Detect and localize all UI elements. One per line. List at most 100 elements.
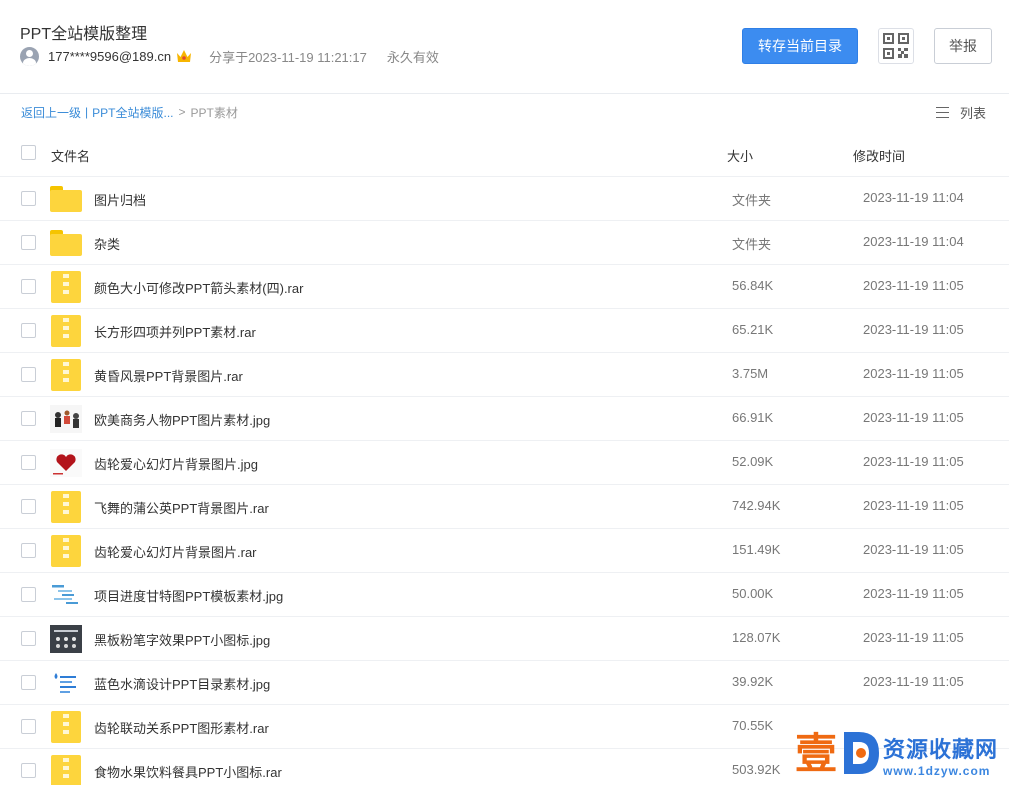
file-row[interactable]: 杂类 文件夹 2023-11-19 11:04 (0, 221, 1009, 265)
file-name[interactable]: 杂类 (94, 234, 120, 253)
breadcrumb-back-link[interactable]: 返回上一级 (21, 104, 81, 121)
view-mode-label: 列表 (960, 105, 987, 121)
row-checkbox[interactable] (21, 191, 36, 206)
folder-icon (50, 227, 82, 259)
file-name[interactable]: 颜色大小可修改PPT箭头素材(四).rar (94, 278, 303, 297)
file-size: 742.94K (732, 498, 781, 513)
file-name[interactable]: 飞舞的蒲公英PPT背景图片.rar (94, 498, 269, 517)
file-name[interactable]: 齿轮爱心幻灯片背景图片.rar (94, 542, 257, 561)
file-row[interactable]: 齿轮爱心幻灯片背景图片.jpg 52.09K 2023-11-19 11:05 (0, 441, 1009, 485)
save-to-my-drive-button[interactable]: 转存当前目录 (742, 28, 858, 64)
validity-status: 永久有效 (386, 49, 439, 65)
file-size: 128.07K (732, 630, 781, 645)
share-header: PPT全站模版整理 177****9596@189.cn 分享于2023-11-… (0, 0, 1009, 94)
file-row[interactable]: 齿轮爱心幻灯片背景图片.rar 151.49K 2023-11-19 11:05 (0, 529, 1009, 573)
column-header-name[interactable]: 文件名 (51, 146, 90, 165)
zip-icon (50, 271, 82, 303)
breadcrumb-arrow: > (178, 105, 186, 119)
file-modified-time: 2023-11-19 11:05 (863, 586, 964, 601)
file-size: 50.00K (732, 586, 774, 601)
sharer-username[interactable]: 177****9596@189.cn (48, 49, 171, 64)
file-row[interactable]: 项目进度甘特图PPT模板素材.jpg 50.00K 2023-11-19 11:… (0, 573, 1009, 617)
row-checkbox[interactable] (21, 411, 36, 426)
qr-code-button[interactable] (878, 28, 914, 64)
file-size: 503.92K (732, 762, 781, 777)
folder-icon (50, 183, 82, 215)
file-name[interactable]: 欧美商务人物PPT图片素材.jpg (94, 410, 270, 429)
file-size: 65.21K (732, 322, 774, 337)
row-checkbox[interactable] (21, 323, 36, 338)
row-checkbox[interactable] (21, 763, 36, 778)
file-row[interactable]: 蓝色水滴设计PPT目录素材.jpg 39.92K 2023-11-19 11:0… (0, 661, 1009, 705)
vip-crown-icon (175, 47, 193, 65)
file-row[interactable]: 欧美商务人物PPT图片素材.jpg 66.91K 2023-11-19 11:0… (0, 397, 1009, 441)
avatar-icon[interactable] (20, 46, 39, 66)
zip-icon (50, 359, 82, 391)
breadcrumb-current: PPT素材 (190, 105, 238, 120)
row-checkbox[interactable] (21, 675, 36, 690)
file-name[interactable]: 图片归档 (94, 190, 146, 209)
blue-droplet-thumbnail (50, 667, 82, 699)
file-modified-time: 2023-11-19 11:05 (863, 498, 964, 513)
watermark-d-logo-icon (844, 732, 879, 774)
file-row[interactable]: 长方形四项并列PPT素材.rar 65.21K 2023-11-19 11:05 (0, 309, 1009, 353)
view-mode-toggle[interactable]: 列表 (936, 103, 986, 121)
file-row[interactable]: 黄昏风景PPT背景图片.rar 3.75M 2023-11-19 11:05 (0, 353, 1009, 397)
file-row[interactable]: 颜色大小可修改PPT箭头素材(四).rar 56.84K 2023-11-19 … (0, 265, 1009, 309)
row-checkbox[interactable] (21, 631, 36, 646)
watermark-site-name: 资源收藏网 (883, 737, 999, 762)
file-modified-time: 2023-11-19 11:05 (863, 674, 964, 689)
blackboard-icons-thumbnail (50, 623, 82, 655)
file-name[interactable]: 齿轮爱心幻灯片背景图片.jpg (94, 454, 258, 473)
file-modified-time: 2023-11-19 11:04 (863, 234, 964, 249)
file-size: 66.91K (732, 410, 774, 425)
file-name[interactable]: 食物水果饮料餐具PPT小图标.rar (94, 762, 282, 781)
file-modified-time: 2023-11-19 11:05 (863, 454, 964, 469)
file-modified-time: 2023-11-19 11:05 (863, 542, 964, 557)
breadcrumb-parent-link[interactable]: PPT全站模版... (92, 104, 173, 121)
file-name[interactable]: 蓝色水滴设计PPT目录素材.jpg (94, 674, 270, 693)
column-header-modified[interactable]: 修改时间 (853, 146, 905, 165)
file-modified-time: 2023-11-19 11:05 (863, 366, 964, 381)
row-checkbox[interactable] (21, 367, 36, 382)
file-modified-time: 2023-11-19 11:05 (863, 410, 964, 425)
row-checkbox[interactable] (21, 279, 36, 294)
file-modified-time: 2023-11-19 11:05 (863, 322, 964, 337)
row-checkbox[interactable] (21, 543, 36, 558)
page-title: PPT全站模版整理 (20, 26, 148, 43)
file-name[interactable]: 项目进度甘特图PPT模板素材.jpg (94, 586, 283, 605)
row-checkbox[interactable] (21, 499, 36, 514)
file-row[interactable]: 图片归档 文件夹 2023-11-19 11:04 (0, 177, 1009, 221)
watermark-url: www.1dzyw.com (883, 764, 991, 778)
file-size: 文件夹 (732, 193, 772, 208)
qr-code-icon (883, 33, 909, 59)
zip-icon (50, 491, 82, 523)
share-meta: 177****9596@189.cn 分享于2023-11-19 11:21:1… (20, 46, 439, 66)
column-header-size[interactable]: 大小 (727, 146, 753, 165)
watermark-character: 壹 (795, 729, 838, 778)
row-checkbox[interactable] (21, 235, 36, 250)
list-view-icon (936, 106, 949, 118)
gear-heart-thumbnail (50, 447, 82, 479)
file-name[interactable]: 黑板粉笔字效果PPT小图标.jpg (94, 630, 270, 649)
zip-icon (50, 755, 82, 785)
breadcrumb-separator: | (85, 105, 89, 119)
report-button[interactable]: 举报 (934, 28, 992, 64)
file-name[interactable]: 黄昏风景PPT背景图片.rar (94, 366, 243, 385)
business-people-thumbnail (50, 403, 82, 435)
file-size: 39.92K (732, 674, 774, 689)
select-all-checkbox[interactable] (21, 145, 36, 160)
file-size: 151.49K (732, 542, 781, 557)
zip-icon (50, 535, 82, 567)
file-name[interactable]: 长方形四项并列PPT素材.rar (94, 322, 256, 341)
file-row[interactable]: 飞舞的蒲公英PPT背景图片.rar 742.94K 2023-11-19 11:… (0, 485, 1009, 529)
file-size: 70.55K (732, 718, 774, 733)
file-modified-time: 2023-11-19 11:05 (863, 630, 964, 645)
zip-icon (50, 315, 82, 347)
row-checkbox[interactable] (21, 455, 36, 470)
file-row[interactable]: 黑板粉笔字效果PPT小图标.jpg 128.07K 2023-11-19 11:… (0, 617, 1009, 661)
row-checkbox[interactable] (21, 719, 36, 734)
file-size: 56.84K (732, 278, 774, 293)
row-checkbox[interactable] (21, 587, 36, 602)
file-name[interactable]: 齿轮联动关系PPT图形素材.rar (94, 718, 269, 737)
